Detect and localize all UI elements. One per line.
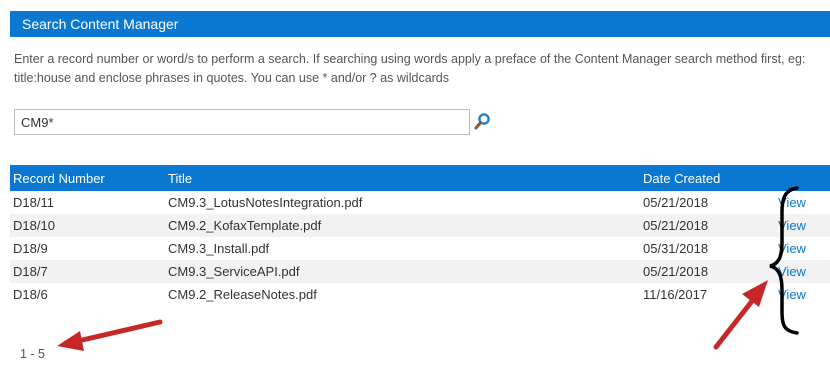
date-created-cell: 05/31/2018 (643, 241, 709, 256)
column-header-record-number[interactable]: Record Number (10, 165, 165, 191)
arrow-annotation-pagination (57, 319, 163, 351)
title-cell: CM9.2_ReleaseNotes.pdf (168, 287, 317, 302)
table-row: D18/10 CM9.2_KofaxTemplate.pdf 05/21/201… (10, 214, 830, 237)
date-created-cell: 11/16/2017 (643, 287, 708, 302)
search-button[interactable] (472, 109, 492, 135)
panel-title: Search Content Manager (22, 16, 179, 32)
record-number-cell: D18/6 (13, 287, 48, 302)
record-number-cell: D18/9 (13, 241, 48, 256)
record-number-cell: D18/10 (13, 218, 55, 233)
record-number-cell: D18/7 (13, 264, 48, 279)
table-row: D18/7 CM9.3_ServiceAPI.pdf 05/21/2018 Vi… (10, 260, 830, 283)
column-header-action (775, 165, 830, 191)
view-link[interactable]: View (778, 195, 806, 210)
date-created-cell: 05/21/2018 (643, 195, 709, 210)
record-number-cell: D18/11 (13, 195, 54, 210)
date-created-cell: 05/21/2018 (643, 218, 709, 233)
table-row: D18/6 CM9.2_ReleaseNotes.pdf 11/16/2017 … (10, 283, 830, 306)
panel-header: Search Content Manager (10, 11, 830, 37)
pagination-range: 1 - 5 (20, 347, 46, 361)
view-link[interactable]: View (778, 241, 806, 256)
results-table: Record Number Title Date Created D18/11 … (10, 165, 830, 306)
column-header-date-created[interactable]: Date Created (640, 165, 775, 191)
search-instructions: Enter a record number or word/s to perfo… (14, 52, 806, 85)
search-input[interactable] (14, 109, 470, 135)
title-cell: CM9.3_Install.pdf (168, 241, 270, 256)
view-link[interactable]: View (778, 218, 806, 233)
title-cell: CM9.2_KofaxTemplate.pdf (168, 218, 322, 233)
date-created-cell: 05/21/2018 (643, 264, 709, 279)
table-row: D18/9 CM9.3_Install.pdf 05/31/2018 View (10, 237, 830, 260)
view-link[interactable]: View (778, 264, 806, 279)
title-cell: CM9.3_ServiceAPI.pdf (168, 264, 300, 279)
search-icon (474, 113, 490, 130)
column-header-title[interactable]: Title (165, 165, 640, 191)
view-link[interactable]: View (778, 287, 806, 302)
table-row: D18/11 CM9.3_LotusNotesIntegration.pdf 0… (10, 191, 830, 214)
title-cell: CM9.3_LotusNotesIntegration.pdf (168, 195, 363, 210)
table-header-row: Record Number Title Date Created (10, 165, 830, 191)
